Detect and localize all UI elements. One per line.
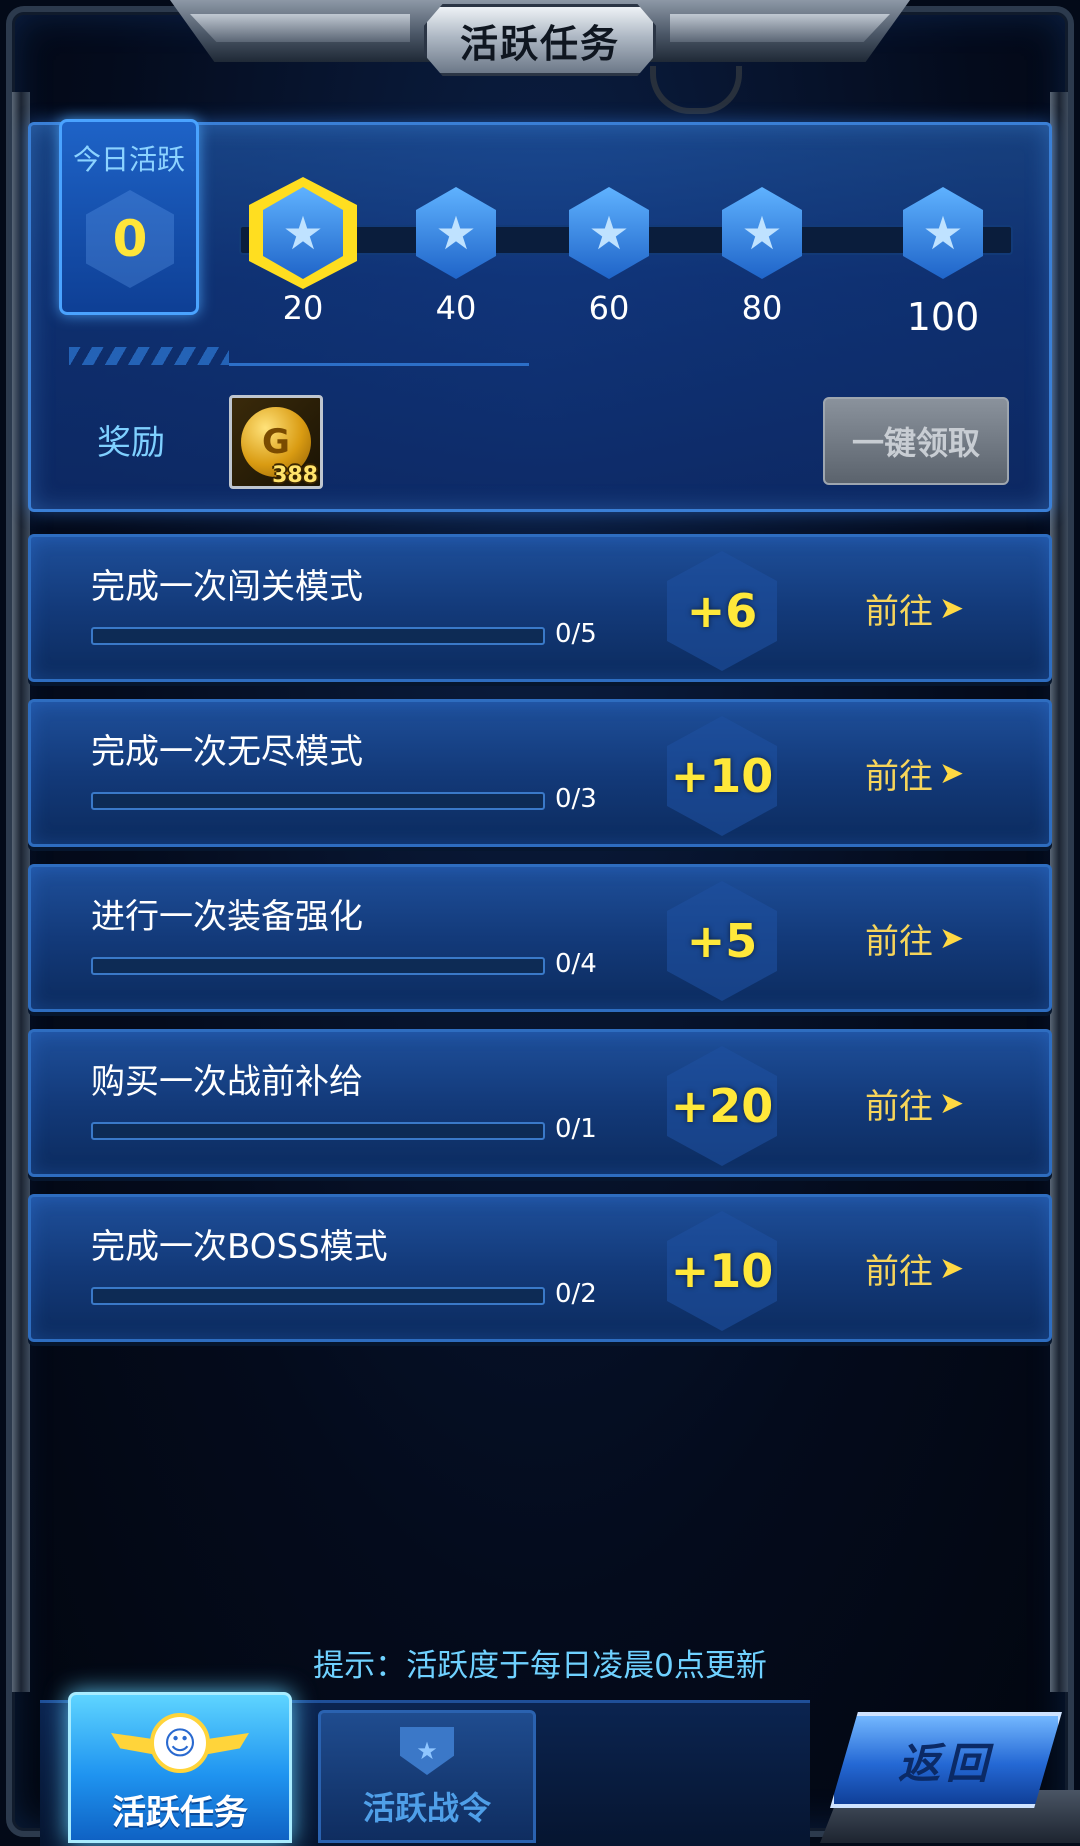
task-title: 购买一次战前补给 bbox=[91, 1062, 363, 1102]
reward-count: 388 bbox=[272, 463, 318, 488]
today-activity-box: 今日活跃 0 bbox=[59, 119, 199, 315]
milestone-value: 20 bbox=[282, 289, 324, 327]
points-hex: +10 bbox=[667, 1211, 777, 1331]
task-row: 进行一次装备强化 0/4 +5 前往 ➤ bbox=[28, 864, 1052, 1012]
task-points: +10 bbox=[670, 749, 774, 803]
go-label: 前往 bbox=[865, 591, 933, 632]
tab-label: 活跃战令 bbox=[362, 1789, 491, 1827]
tab-active-tasks[interactable]: ☺ 活跃任务 bbox=[68, 1692, 292, 1843]
go-button[interactable]: 前往 ➤ bbox=[865, 583, 964, 633]
divider bbox=[229, 363, 529, 366]
arrow-right-icon: ➤ bbox=[939, 1250, 965, 1286]
task-row: 完成一次BOSS模式 0/2 +10 前往 ➤ bbox=[28, 1194, 1052, 1342]
task-title: 完成一次闯关模式 bbox=[91, 567, 363, 607]
go-button[interactable]: 前往 ➤ bbox=[865, 748, 964, 798]
task-progress-bar bbox=[91, 627, 545, 645]
milestone-20[interactable]: ★ 20 bbox=[249, 177, 357, 337]
arrow-right-icon: ➤ bbox=[939, 590, 965, 626]
task-points: +20 bbox=[670, 1079, 774, 1133]
tab-label: 活跃任务 bbox=[112, 1793, 248, 1833]
task-progress-text: 0/2 bbox=[555, 1279, 597, 1309]
task-title: 完成一次BOSS模式 bbox=[91, 1227, 388, 1267]
today-activity-value: 0 bbox=[112, 210, 148, 268]
go-label: 前往 bbox=[865, 1086, 933, 1127]
task-title: 完成一次无尽模式 bbox=[91, 732, 363, 772]
go-button[interactable]: 前往 ➤ bbox=[865, 913, 964, 963]
points-hex: +5 bbox=[667, 881, 777, 1001]
points-hex: +20 bbox=[667, 1046, 777, 1166]
go-label: 前往 bbox=[865, 921, 933, 962]
task-row: 完成一次无尽模式 0/3 +10 前往 ➤ bbox=[28, 699, 1052, 847]
reward-item[interactable]: G 388 bbox=[229, 395, 323, 489]
milestone-value: 40 bbox=[435, 289, 477, 327]
points-hex: +6 bbox=[667, 551, 777, 671]
task-progress-bar bbox=[91, 792, 545, 810]
milestone-value: 100 bbox=[906, 295, 980, 339]
task-points: +6 bbox=[686, 584, 758, 638]
milestone-60[interactable]: ★ 60 bbox=[559, 187, 659, 337]
points-hex: +10 bbox=[667, 716, 777, 836]
milestone-100[interactable]: ★ 100 bbox=[893, 187, 993, 339]
star-icon: ★ bbox=[569, 187, 649, 279]
reward-label: 奖励 bbox=[97, 423, 165, 463]
task-progress-text: 0/5 bbox=[555, 619, 597, 649]
task-progress-text: 0/1 bbox=[555, 1114, 597, 1144]
task-row: 购买一次战前补给 0/1 +20 前往 ➤ bbox=[28, 1029, 1052, 1177]
milestone-40[interactable]: ★ 40 bbox=[406, 187, 506, 337]
milestone-80[interactable]: ★ 80 bbox=[712, 187, 812, 337]
go-button[interactable]: 前往 ➤ bbox=[865, 1243, 964, 1293]
back-button[interactable]: 返回 bbox=[830, 1712, 1062, 1808]
task-progress-bar bbox=[91, 957, 545, 975]
star-icon: ★ bbox=[903, 187, 983, 279]
activity-panel: 今日活跃 0 ★ 20 ★ 40 ★ 60 ★ 80 ★ 100 奖励 G 38… bbox=[28, 119, 1052, 512]
page-title: 活跃任务 bbox=[459, 21, 620, 66]
smiley-wings-icon: ☺ bbox=[150, 1713, 210, 1773]
star-badge-icon: ★ bbox=[400, 1727, 454, 1775]
task-progress-bar bbox=[91, 1122, 545, 1140]
task-progress-bar bbox=[91, 1287, 545, 1305]
frame-edge-right bbox=[1050, 92, 1068, 1692]
go-label: 前往 bbox=[865, 756, 933, 797]
title-wing-right bbox=[670, 14, 890, 42]
today-activity-label: 今日活跃 bbox=[72, 143, 185, 176]
task-points: +10 bbox=[670, 1244, 774, 1298]
title-plate: 活跃任务 bbox=[424, 4, 656, 76]
task-row: 完成一次闯关模式 0/5 +6 前往 ➤ bbox=[28, 534, 1052, 682]
task-progress-text: 0/4 bbox=[555, 949, 597, 979]
go-button[interactable]: 前往 ➤ bbox=[865, 1078, 964, 1128]
activity-value-hex: 0 bbox=[86, 190, 174, 288]
arrow-right-icon: ➤ bbox=[939, 1085, 965, 1121]
task-points: +5 bbox=[686, 914, 758, 968]
back-label: 返回 bbox=[897, 1738, 994, 1788]
decor-stripes bbox=[69, 347, 229, 365]
title-wing-left bbox=[190, 14, 410, 42]
milestone-value: 80 bbox=[741, 289, 783, 327]
star-icon: ★ bbox=[416, 187, 496, 279]
star-icon: ★ bbox=[722, 187, 802, 279]
go-label: 前往 bbox=[865, 1251, 933, 1292]
task-title: 进行一次装备强化 bbox=[91, 897, 363, 937]
task-progress-text: 0/3 bbox=[555, 784, 597, 814]
arrow-right-icon: ➤ bbox=[939, 920, 965, 956]
milestone-value: 60 bbox=[588, 289, 630, 327]
refresh-tip: 提示：活跃度于每日凌晨0点更新 bbox=[313, 1648, 767, 1684]
claim-all-button[interactable]: 一键领取 bbox=[823, 397, 1009, 485]
tab-active-pass[interactable]: ★ 活跃战令 bbox=[318, 1710, 536, 1843]
arrow-right-icon: ➤ bbox=[939, 755, 965, 791]
